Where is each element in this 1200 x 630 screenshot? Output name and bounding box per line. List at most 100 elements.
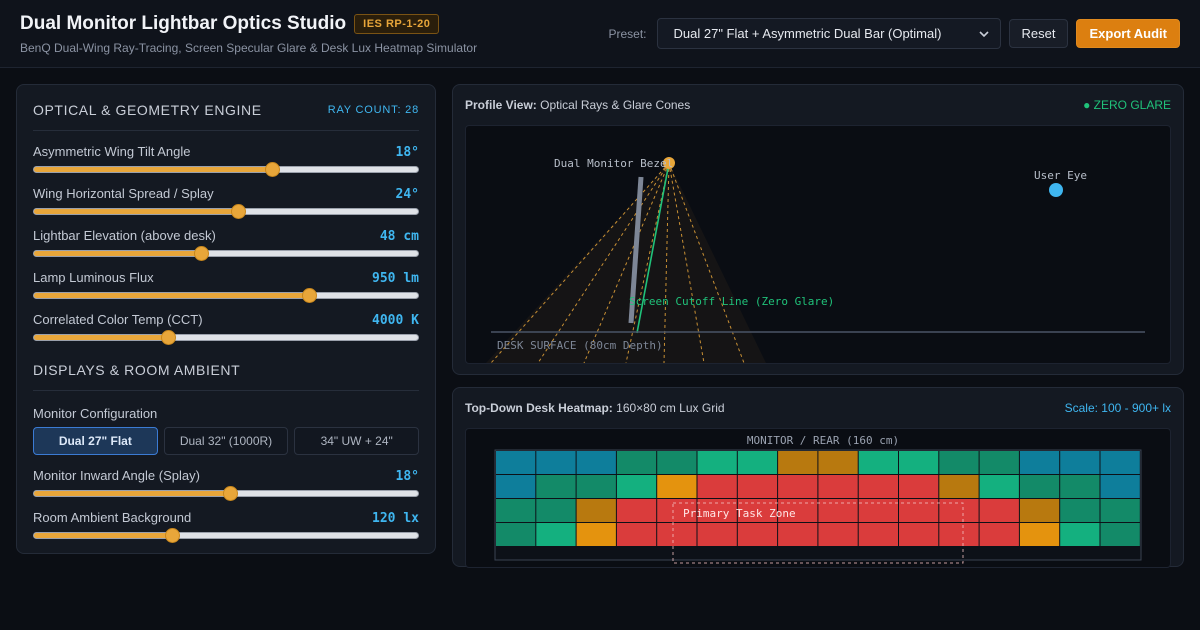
heatmap-cell: [939, 523, 979, 546]
heatmap-cell: [737, 451, 778, 474]
glare-status: ● ZERO GLARE: [1083, 98, 1171, 112]
heatmap-cell: [899, 499, 939, 522]
heatmap-cell: [858, 451, 898, 474]
slider-label: Monitor Inward Angle (Splay): [33, 468, 200, 483]
preset-select[interactable]: Dual 27" Flat + Asymmetric Dual Bar (Opt…: [656, 18, 1001, 49]
preset-select-value: Dual 27" Flat + Asymmetric Dual Bar (Opt…: [673, 26, 942, 41]
heatmap-cell: [899, 451, 939, 474]
slider-fill: [34, 167, 273, 172]
slider-thumb[interactable]: [301, 288, 317, 303]
heatmap-cell: [858, 523, 898, 546]
export-audit-button[interactable]: Export Audit: [1076, 19, 1180, 48]
heatmap-cell: [1019, 451, 1060, 474]
primary-task-zone-label: Primary Task Zone: [683, 507, 796, 520]
heatmap-title-rest: 160×80 cm Lux Grid: [616, 401, 725, 415]
lightbar-elevation-slider: Lightbar Elevation (above desk) 48 cm: [33, 228, 419, 261]
heatmap-cell: [1019, 523, 1060, 546]
standard-badge: IES RP-1-20: [354, 13, 440, 34]
slider-thumb[interactable]: [165, 528, 181, 543]
heatmap-cell: [536, 523, 576, 546]
title-block: Dual Monitor Lightbar Optics Studio IES …: [20, 13, 477, 55]
heatmap-cell: [858, 499, 898, 522]
heatmap-cell: [858, 475, 898, 498]
app-title: Dual Monitor Lightbar Optics Studio: [20, 12, 347, 34]
heatmap-card: Top-Down Desk Heatmap: 160×80 cm Lux Gri…: [452, 387, 1184, 568]
slider-label: Room Ambient Background: [33, 510, 192, 525]
heatmap-cell: [979, 475, 1019, 498]
app-header: Dual Monitor Lightbar Optics Studio IES …: [0, 0, 1200, 68]
profile-view-card: Profile View: Optical Rays & Glare Cones…: [452, 84, 1184, 375]
heatmap-cell: [536, 499, 576, 522]
heatmap-cell: [1060, 475, 1100, 498]
slider-track[interactable]: [33, 528, 419, 543]
slider-thumb[interactable]: [194, 246, 210, 261]
heatmap-cell: [939, 475, 979, 498]
heatmap-cell: [1019, 499, 1060, 522]
slider-thumb[interactable]: [265, 162, 281, 177]
profile-view-title-rest: Optical Rays & Glare Cones: [540, 98, 691, 112]
heatmap-cell: [979, 451, 1019, 474]
heatmap-cell: [939, 451, 979, 474]
slider-track[interactable]: [33, 162, 419, 177]
ray-count: RAY COUNT: 28: [327, 103, 419, 116]
slider-fill: [34, 209, 238, 214]
heatmap-cell: [778, 475, 818, 498]
controls-panel: OPTICAL & GEOMETRY ENGINE RAY COUNT: 28 …: [16, 84, 436, 554]
slider-label: Lightbar Elevation (above desk): [33, 228, 216, 243]
heatmap-cell: [818, 499, 858, 522]
heatmap-cell: [496, 499, 536, 522]
heatmap-cell: [737, 523, 778, 546]
heatmap-cell: [576, 499, 616, 522]
heatmap-cell: [979, 523, 1019, 546]
heatmap-cell: [1060, 451, 1100, 474]
slider-track[interactable]: [33, 204, 419, 219]
cutoff-label: Screen Cutoff Line (Zero Glare): [629, 295, 834, 308]
heatmap-cell: [1100, 475, 1140, 498]
heatmap-cell: [496, 451, 536, 474]
slider-thumb[interactable]: [161, 330, 177, 345]
slider-track[interactable]: [33, 288, 419, 303]
slider-track[interactable]: [33, 486, 419, 501]
slider-value: 120 lx: [372, 511, 419, 526]
slider-thumb[interactable]: [222, 486, 238, 501]
heatmap-svg: MONITOR / REAR (160 cm) Primary Task Zon…: [494, 434, 1142, 564]
slider-value: 18°: [395, 145, 419, 160]
slider-track[interactable]: [33, 246, 419, 261]
profile-view-title: Profile View: Optical Rays & Glare Cones: [465, 98, 690, 112]
slider-label: Wing Horizontal Spread / Splay: [33, 186, 214, 201]
heatmap-cell: [616, 499, 657, 522]
profile-svg: Dual Monitor Bezel User Eye Screen Cutof…: [486, 157, 1145, 363]
displays-section-title: DISPLAYS & ROOM AMBIENT: [33, 361, 241, 378]
header-controls: Preset: Dual 27" Flat + Asymmetric Dual …: [608, 18, 1180, 49]
luminous-flux-slider: Lamp Luminous Flux 950 lm: [33, 270, 419, 303]
reset-button[interactable]: Reset: [1008, 19, 1069, 48]
slider-fill: [34, 491, 230, 496]
monitor-rear-label: MONITOR / REAR (160 cm): [747, 434, 899, 447]
profile-view-title-bold: Profile View:: [465, 98, 537, 112]
preset-label: Preset:: [608, 26, 647, 41]
app-subtitle: BenQ Dual-Wing Ray-Tracing, Screen Specu…: [20, 40, 478, 55]
slider-value: 950 lm: [372, 271, 419, 286]
heatmap-cell: [496, 475, 536, 498]
engine-sliders: Asymmetric Wing Tilt Angle 18° Wing Horiz…: [33, 144, 419, 345]
heatmap-cell: [657, 451, 697, 474]
slider-label: Correlated Color Temp (CCT): [33, 312, 203, 327]
heatmap-cell: [496, 523, 536, 546]
monitor-option-34-uw-24[interactable]: 34" UW + 24": [294, 427, 420, 455]
monitor-option-dual-32-curved[interactable]: Dual 32" (1000R): [163, 427, 289, 455]
heatmap-cell: [818, 475, 858, 498]
heatmap-cell: [778, 523, 818, 546]
heatmap-cell: [657, 475, 697, 498]
heatmap-cell: [697, 475, 737, 498]
slider-thumb[interactable]: [230, 204, 246, 219]
profile-canvas: Dual Monitor Bezel User Eye Screen Cutof…: [465, 125, 1171, 364]
slider-fill: [34, 251, 202, 256]
heatmap-cell: [697, 451, 737, 474]
monitor-option-dual-27-flat[interactable]: Dual 27" Flat: [33, 427, 158, 455]
slider-label: Lamp Luminous Flux: [33, 270, 154, 285]
engine-section-header: OPTICAL & GEOMETRY ENGINE RAY COUNT: 28: [33, 89, 419, 131]
cct-slider: Correlated Color Temp (CCT) 4000 K: [33, 312, 419, 345]
slider-label: Asymmetric Wing Tilt Angle: [33, 144, 191, 159]
slider-track[interactable]: [33, 330, 419, 345]
user-eye-label: User Eye: [1034, 169, 1087, 182]
